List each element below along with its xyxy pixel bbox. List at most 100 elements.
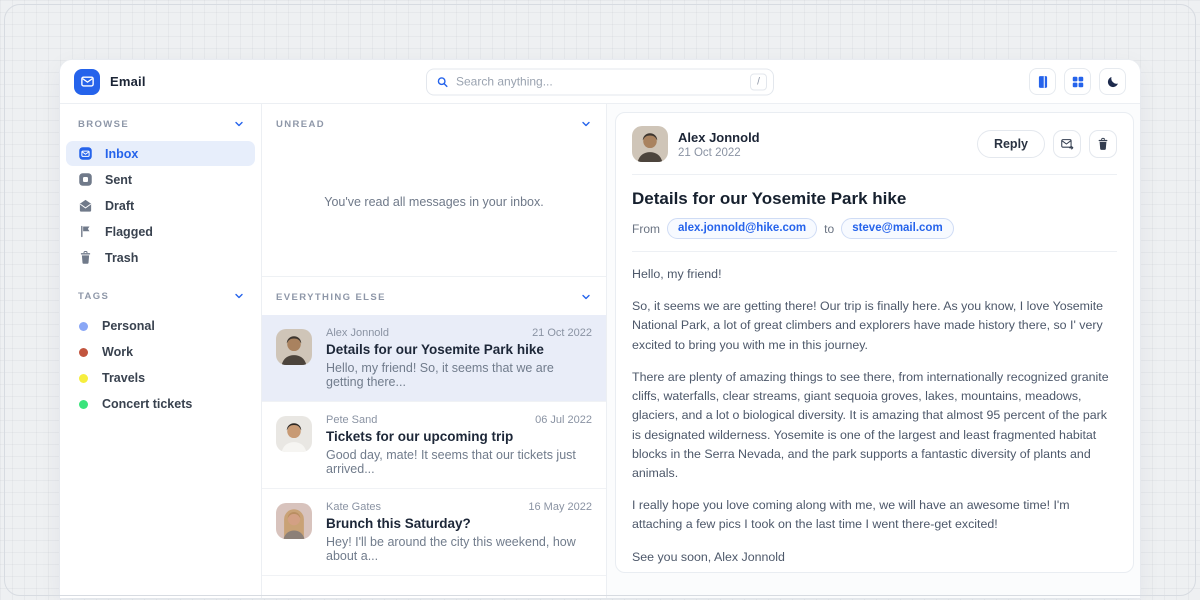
mail-preview: Hey! I'll be around the city this weeken… bbox=[326, 535, 592, 563]
mail-subject: Details for our Yosemite Park hike bbox=[326, 342, 592, 357]
search-shortcut-key: / bbox=[750, 73, 767, 90]
tag-label: Travels bbox=[102, 371, 145, 385]
flag-icon bbox=[78, 224, 93, 239]
mail-body-text: Hello, my friend! So, it seems we are ge… bbox=[632, 265, 1117, 567]
sidebar-item-inbox[interactable]: Inbox bbox=[66, 141, 255, 166]
app-content: BROWSE Inbox Sent Draft bbox=[60, 104, 1140, 598]
chevron-down-icon[interactable] bbox=[233, 290, 245, 302]
tag-dot bbox=[79, 374, 88, 383]
from-label: From bbox=[632, 222, 660, 236]
sidebar-item-trash[interactable]: Trash bbox=[66, 245, 255, 270]
search-input[interactable] bbox=[456, 75, 743, 89]
chevron-down-icon[interactable] bbox=[233, 118, 245, 130]
tag-label: Work bbox=[102, 345, 133, 359]
mail-detail-card: Alex Jonnold 21 Oct 2022 Reply bbox=[615, 112, 1134, 573]
tag-dot bbox=[79, 400, 88, 409]
everything-else-label: EVERYTHING ELSE bbox=[276, 292, 386, 303]
sidebar-item-label: Draft bbox=[105, 199, 134, 213]
tag-label: Concert tickets bbox=[102, 397, 192, 411]
avatar bbox=[632, 126, 668, 162]
mail-detail-area: Alex Jonnold 21 Oct 2022 Reply bbox=[607, 104, 1140, 598]
book-icon bbox=[1036, 75, 1050, 89]
unread-section: UNREAD You've read all messages in your … bbox=[262, 104, 606, 277]
from-address-chip[interactable]: alex.jonnold@hike.com bbox=[667, 218, 817, 239]
sidebar-item-sent[interactable]: Sent bbox=[66, 167, 255, 192]
book-button[interactable] bbox=[1029, 68, 1056, 95]
mail-sender: Pete Sand bbox=[326, 414, 377, 426]
dark-mode-button[interactable] bbox=[1099, 68, 1126, 95]
everything-else-section-header: EVERYTHING ELSE bbox=[262, 277, 606, 315]
mail-list-item-3[interactable]: Kate Gates 16 May 2022 Brunch this Satur… bbox=[262, 489, 606, 576]
unread-label: UNREAD bbox=[276, 119, 325, 130]
unread-section-header: UNREAD bbox=[262, 104, 606, 130]
forward-mail-button[interactable] bbox=[1053, 130, 1081, 158]
draft-icon bbox=[78, 198, 93, 213]
detail-sender-name: Alex Jonnold bbox=[678, 130, 760, 145]
mail-sender: Alex Jonnold bbox=[326, 327, 389, 339]
mail-sender: Kate Gates bbox=[326, 501, 381, 513]
avatar bbox=[276, 329, 312, 365]
mail-list-item-2[interactable]: Pete Sand 06 Jul 2022 Tickets for our up… bbox=[262, 402, 606, 489]
browse-label: BROWSE bbox=[78, 119, 129, 130]
from-to-row: From alex.jonnold@hike.com to steve@mail… bbox=[632, 218, 1117, 239]
mail-preview: Hello, my friend! So, it seems that we a… bbox=[326, 361, 592, 389]
moon-icon bbox=[1106, 75, 1120, 89]
app-title: Email bbox=[110, 74, 146, 89]
tag-label: Personal bbox=[102, 319, 155, 333]
tag-item-personal[interactable]: Personal bbox=[60, 313, 261, 339]
browse-section-header: BROWSE bbox=[60, 118, 261, 130]
mail-paragraph: There are plenty of amazing things to se… bbox=[632, 368, 1117, 483]
tag-item-travels[interactable]: Travels bbox=[60, 365, 261, 391]
email-app-window: Email / bbox=[60, 60, 1140, 598]
mail-paragraph: So, it seems we are getting there! Our t… bbox=[632, 297, 1117, 355]
delete-mail-button[interactable] bbox=[1089, 130, 1117, 158]
tag-item-work[interactable]: Work bbox=[60, 339, 261, 365]
mail-list-column: UNREAD You've read all messages in your … bbox=[262, 104, 607, 598]
tags-section-header: TAGS bbox=[60, 290, 261, 302]
mail-date: 06 Jul 2022 bbox=[535, 414, 592, 426]
mail-list-item-1[interactable]: Alex Jonnold 21 Oct 2022 Details for our… bbox=[262, 315, 606, 402]
tag-dot bbox=[79, 348, 88, 357]
sidebar-item-flagged[interactable]: Flagged bbox=[66, 219, 255, 244]
mail-preview: Good day, mate! It seems that our ticket… bbox=[326, 448, 592, 476]
divider bbox=[632, 174, 1117, 175]
trash-icon bbox=[78, 250, 93, 265]
mail-date: 21 Oct 2022 bbox=[532, 327, 592, 339]
mail-paragraph: See you soon, Alex Jonnold bbox=[632, 548, 1117, 567]
mail-subject-title: Details for our Yosemite Park hike bbox=[632, 189, 1117, 209]
tags-label: TAGS bbox=[78, 291, 109, 302]
sent-icon bbox=[78, 172, 93, 187]
topbar-actions bbox=[1029, 68, 1126, 95]
mail-subject: Brunch this Saturday? bbox=[326, 516, 592, 531]
search-box[interactable]: / bbox=[426, 68, 774, 95]
mail-date: 16 May 2022 bbox=[528, 501, 592, 513]
search-icon bbox=[436, 75, 449, 88]
to-address-chip[interactable]: steve@mail.com bbox=[841, 218, 953, 239]
tags-section: TAGS Personal Work Travels Concer bbox=[60, 290, 261, 417]
to-label: to bbox=[824, 222, 834, 236]
inbox-icon bbox=[78, 146, 93, 161]
tag-item-concert-tickets[interactable]: Concert tickets bbox=[60, 391, 261, 417]
sidebar-item-label: Sent bbox=[105, 173, 132, 187]
email-logo-icon bbox=[74, 69, 100, 95]
avatar bbox=[276, 416, 312, 452]
topbar: Email / bbox=[60, 60, 1140, 104]
detail-date: 21 Oct 2022 bbox=[678, 147, 760, 159]
chevron-down-icon[interactable] bbox=[580, 291, 592, 303]
unread-empty-state: You've read all messages in your inbox. bbox=[262, 195, 606, 209]
chevron-down-icon[interactable] bbox=[580, 118, 592, 130]
divider bbox=[632, 251, 1117, 252]
mail-paragraph: I really hope you love coming along with… bbox=[632, 496, 1117, 534]
reply-button[interactable]: Reply bbox=[977, 130, 1045, 158]
grid-icon bbox=[1071, 75, 1085, 89]
grid-button[interactable] bbox=[1064, 68, 1091, 95]
detail-actions: Reply bbox=[977, 130, 1117, 158]
mail-paragraph: Hello, my friend! bbox=[632, 265, 1117, 284]
avatar bbox=[276, 503, 312, 539]
trash-icon bbox=[1096, 137, 1110, 151]
sidebar-item-draft[interactable]: Draft bbox=[66, 193, 255, 218]
mail-subject: Tickets for our upcoming trip bbox=[326, 429, 592, 444]
sidebar-item-label: Inbox bbox=[105, 147, 138, 161]
sidebar: BROWSE Inbox Sent Draft bbox=[60, 104, 262, 598]
sidebar-item-label: Flagged bbox=[105, 225, 153, 239]
